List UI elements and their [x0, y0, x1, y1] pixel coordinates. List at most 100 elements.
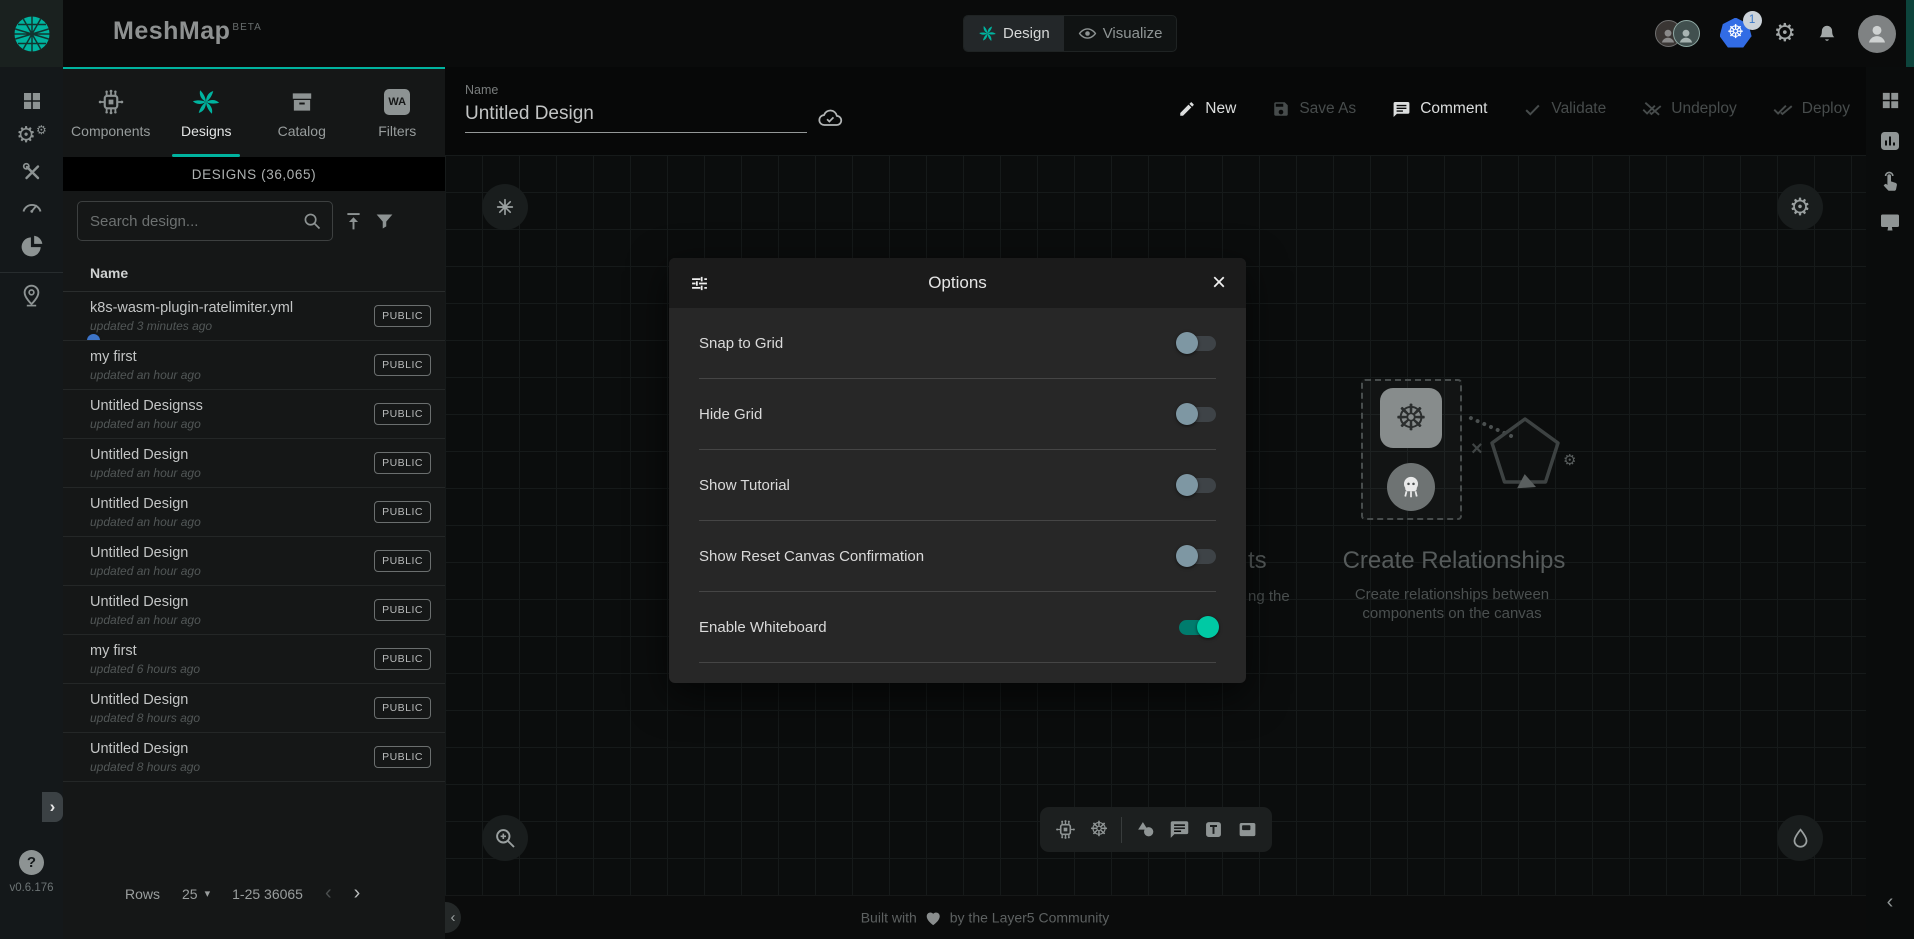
save-as-button[interactable]: Save As — [1272, 99, 1356, 119]
option-label: Show Tutorial — [699, 477, 790, 494]
text-tool-icon[interactable] — [1203, 819, 1224, 840]
visualize-mode-button[interactable]: Visualize — [1064, 16, 1177, 51]
tutorial-title: Create Relationships — [1343, 547, 1566, 575]
design-toolbar: Name Untitled Design New Save As Comment — [445, 67, 1866, 155]
dock-widgets-icon[interactable] — [1866, 89, 1914, 112]
nav-performance-gauge-icon[interactable] — [0, 195, 63, 219]
tab-catalog[interactable]: Catalog — [254, 69, 350, 157]
design-list-item[interactable]: Untitled Design updated an hour ago PUBL… — [63, 439, 445, 488]
option-label: Show Reset Canvas Confirmation — [699, 548, 924, 565]
design-updated: updated 6 hours ago — [90, 662, 374, 676]
option-toggle[interactable] — [1179, 407, 1216, 422]
option-toggle[interactable] — [1179, 336, 1216, 351]
shapes-tool-icon[interactable] — [1135, 819, 1156, 840]
next-page-button[interactable]: › — [354, 882, 361, 905]
close-icon[interactable]: × — [1212, 271, 1226, 295]
design-updated: updated 8 hours ago — [90, 711, 374, 725]
option-toggle[interactable] — [1179, 478, 1216, 493]
comment-tool-icon[interactable] — [1169, 819, 1190, 840]
design-name: Untitled Design — [90, 447, 374, 463]
collaborator-avatars[interactable] — [1655, 20, 1700, 47]
import-design-icon[interactable] — [343, 211, 364, 232]
tutorial-subtitle: Create relationships between components … — [1355, 585, 1549, 623]
eye-icon — [1078, 24, 1097, 43]
tab-components[interactable]: Components — [63, 69, 159, 157]
filter-funnel-icon[interactable] — [374, 211, 395, 232]
option-label: Snap to Grid — [699, 335, 783, 352]
design-list-item[interactable]: Untitled Designss updated an hour ago PU… — [63, 390, 445, 439]
sidebar-expand-button[interactable]: › — [42, 792, 63, 822]
design-list-item[interactable]: k8s-wasm-plugin-ratelimiter.yml updated … — [63, 292, 445, 341]
toggle-knob — [1176, 332, 1198, 354]
canvas-settings-button[interactable]: ⚙ — [1777, 184, 1823, 230]
search-icon[interactable] — [302, 211, 322, 231]
canvas-k8s-context-button[interactable] — [482, 184, 528, 230]
canvas-snapshot-button[interactable] — [1777, 815, 1823, 861]
design-name: my first — [90, 349, 374, 365]
new-design-button[interactable]: New — [1178, 99, 1236, 119]
footer-bar: ‹ Built with by the Layer5 Community — [445, 895, 1866, 939]
tab-designs[interactable]: Designs — [159, 69, 255, 157]
comment-button[interactable]: Comment — [1392, 99, 1487, 119]
dock-display-icon[interactable] — [1866, 210, 1914, 234]
deploy-button[interactable]: Deploy — [1773, 99, 1850, 119]
add-component-icon[interactable] — [1054, 818, 1077, 841]
design-visibility-badge: PUBLIC — [374, 697, 431, 719]
pagination-range: 1-25 36065 — [232, 886, 303, 902]
design-list-item[interactable]: Untitled Design updated 8 hours ago PUBL… — [63, 684, 445, 733]
design-visibility-badge: PUBLIC — [374, 305, 431, 327]
design-name: Untitled Designss — [90, 398, 374, 414]
user-avatar[interactable] — [1858, 15, 1896, 53]
k8s-context-switcher[interactable]: ☸ 1 — [1720, 18, 1754, 50]
design-list-item[interactable]: my first updated 6 hours ago PUBLIC — [63, 635, 445, 684]
panel-tabs: Components Designs Catalog WA Filters — [63, 69, 445, 157]
chevron-right-icon: › — [50, 797, 56, 817]
comment-bubble-icon — [1392, 100, 1411, 119]
nav-dashboard-icon[interactable] — [0, 89, 63, 113]
footer-collapse-tab[interactable]: ‹ — [445, 902, 461, 933]
help-button[interactable]: ? — [19, 850, 44, 875]
design-list-item[interactable]: Untitled Design updated 8 hours ago PUBL… — [63, 733, 445, 782]
validate-button[interactable]: Validate — [1523, 99, 1606, 119]
layer5-logo[interactable] — [0, 0, 63, 67]
tab-filters[interactable]: WA Filters — [350, 69, 446, 157]
nav-lifecycle-gears-icon[interactable]: ⚙⚙ — [0, 124, 63, 146]
design-name-field[interactable]: Name Untitled Design — [465, 83, 807, 133]
kubernetes-icon[interactable]: ☸ — [1090, 819, 1109, 840]
previous-page-button[interactable]: ‹ — [325, 882, 332, 905]
design-list-item[interactable]: Untitled Design updated an hour ago PUBL… — [63, 586, 445, 635]
droplet-icon — [1789, 827, 1812, 850]
canvas-tools-dock: ☸ — [1040, 807, 1272, 852]
rows-per-page-select[interactable]: 25 ▾ — [182, 886, 210, 902]
right-dock-collapse-button[interactable]: ‹ — [1866, 891, 1914, 914]
collaborator-avatar-2[interactable] — [1673, 20, 1700, 47]
design-mode-button[interactable]: Design — [964, 16, 1064, 51]
design-updated: updated an hour ago — [90, 466, 374, 480]
dock-interaction-icon[interactable] — [1866, 170, 1914, 194]
nav-extensions-pie-icon[interactable] — [0, 233, 63, 259]
design-name-input[interactable]: Untitled Design — [465, 97, 807, 133]
design-list-item[interactable]: my first updated an hour ago PUBLIC — [63, 341, 445, 390]
nav-meshmap-pin-icon[interactable] — [0, 283, 63, 308]
notifications-bell-icon[interactable] — [1816, 23, 1838, 45]
designs-count-title: DESIGNS (36,065) — [63, 157, 445, 191]
settings-gear-icon[interactable]: ⚙ — [1774, 21, 1796, 46]
undeploy-button[interactable]: Undeploy — [1642, 99, 1737, 119]
double-check-icon — [1773, 99, 1793, 119]
pagination: Rows 25 ▾ 1-25 36065 ‹ › — [63, 882, 445, 905]
option-row: Hide Grid — [699, 379, 1216, 450]
option-toggle[interactable] — [1179, 549, 1216, 564]
option-toggle[interactable] — [1179, 620, 1216, 635]
nav-configuration-tools-icon[interactable] — [0, 160, 63, 184]
design-list-item[interactable]: Untitled Design updated an hour ago PUBL… — [63, 537, 445, 586]
search-row — [63, 191, 445, 249]
dock-analytics-icon[interactable] — [1866, 129, 1914, 153]
gear-icon: ⚙ — [1789, 193, 1811, 222]
design-updated: updated an hour ago — [90, 613, 374, 627]
header-right-cluster: ☸ 1 ⚙ — [1655, 0, 1896, 67]
search-input[interactable] — [90, 213, 302, 230]
design-list-item[interactable]: Untitled Design updated an hour ago PUBL… — [63, 488, 445, 537]
zoom-reset-button[interactable] — [482, 815, 528, 861]
design-actions: New Save As Comment Validate Undeploy — [1178, 99, 1850, 119]
media-tool-icon[interactable] — [1237, 819, 1258, 840]
